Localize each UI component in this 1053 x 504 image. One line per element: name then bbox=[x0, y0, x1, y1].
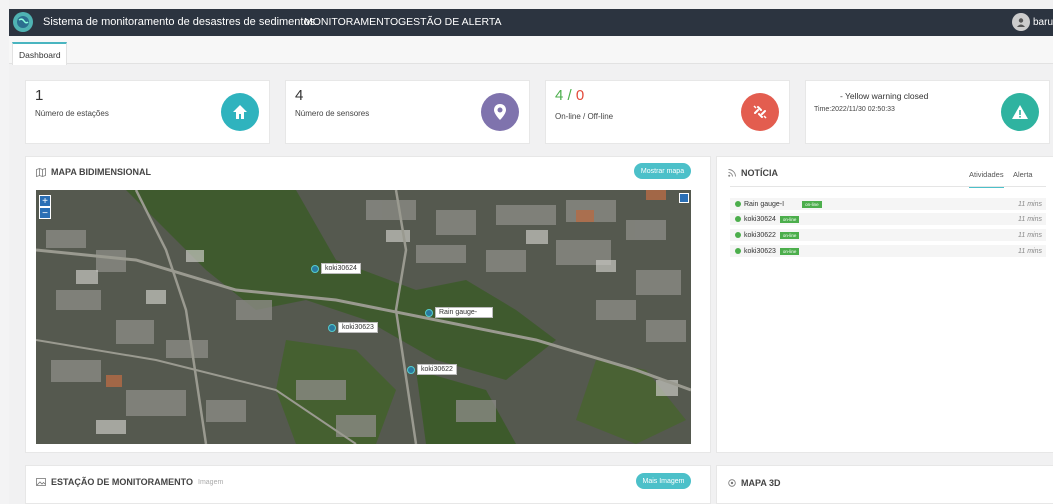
show-map-button[interactable]: Mostrar mapa bbox=[634, 163, 691, 179]
news-panel-title: NOTÍCIA bbox=[728, 168, 778, 178]
station-panel-title-text: ESTAÇÃO DE MONITORAMENTO bbox=[51, 477, 194, 487]
news-item[interactable]: koki30624 on-line 11 mins bbox=[730, 213, 1046, 225]
news-item-time: 11 mins bbox=[1018, 200, 1042, 208]
news-item[interactable]: Rain gauge-I on-line 11 mins bbox=[730, 198, 1046, 210]
warning-status: - Yellow warning closed bbox=[840, 91, 929, 101]
map-marker-icon bbox=[425, 308, 433, 317]
satellite-map[interactable] bbox=[36, 190, 691, 444]
map3d-panel-title-text: MAPA 3D bbox=[741, 478, 781, 488]
news-panel-title-text: NOTÍCIA bbox=[741, 168, 778, 178]
news-item[interactable]: koki30623 on-line 11 mins bbox=[730, 245, 1046, 257]
map-marker[interactable]: koki30623 bbox=[328, 322, 378, 333]
user-name[interactable]: barue bbox=[1033, 17, 1053, 28]
stat-card-stations: 1 Número de estações bbox=[25, 80, 270, 144]
tab-alerta[interactable]: Alerta bbox=[1013, 170, 1033, 179]
map-marker-icon bbox=[328, 323, 336, 332]
news-item[interactable]: koki30622 on-line 11 mins bbox=[730, 229, 1046, 241]
zoom-out-button[interactable]: − bbox=[39, 207, 51, 219]
location-pin-icon bbox=[481, 93, 519, 131]
map-marker-label: Rain gauge- bbox=[435, 307, 493, 318]
globe-icon bbox=[728, 479, 736, 487]
news-item-time: 11 mins bbox=[1018, 215, 1042, 223]
news-divider bbox=[730, 186, 1046, 187]
station-count: 1 bbox=[35, 87, 44, 104]
warning-icon bbox=[1001, 93, 1039, 131]
nav-gestao-de-alerta[interactable]: GESTÃO DE ALERTA bbox=[398, 16, 501, 28]
news-item-time: 11 mins bbox=[1018, 231, 1042, 239]
news-item-time: 11 mins bbox=[1018, 247, 1042, 255]
status-badge: on-line bbox=[779, 215, 800, 223]
station-panel-subtitle: Imagem bbox=[198, 478, 224, 486]
tab-dashboard[interactable]: Dashboard bbox=[12, 42, 67, 65]
rss-icon bbox=[728, 169, 736, 177]
stat-card-sensors: 4 Número de sensores bbox=[285, 80, 530, 144]
map-marker[interactable]: koki30622 bbox=[407, 364, 457, 375]
zoom-in-button[interactable]: + bbox=[39, 195, 51, 207]
map-layers-icon[interactable] bbox=[679, 193, 689, 203]
map-marker-icon bbox=[407, 365, 415, 374]
news-item-name: koki30624 bbox=[744, 215, 776, 223]
warning-time: Time:2022/11/30 02:50:33 bbox=[814, 106, 895, 113]
map-panel-title: MAPA BIDIMENSIONAL bbox=[36, 167, 151, 177]
count-separator: / bbox=[563, 87, 576, 104]
map-marker[interactable]: koki30624 bbox=[311, 263, 361, 274]
status-dot-icon bbox=[735, 216, 741, 222]
map-icon bbox=[36, 167, 46, 177]
status-dot-icon bbox=[735, 248, 741, 254]
news-item-name: koki30622 bbox=[744, 231, 776, 239]
news-item-name: koki30623 bbox=[744, 247, 776, 255]
nav-monitoramento[interactable]: MONITORAMENTO bbox=[304, 16, 398, 28]
map-marker-label: koki30622 bbox=[417, 364, 457, 375]
status-badge: on-line bbox=[802, 200, 822, 208]
app-title: Sistema de monitoramento de desastres de… bbox=[43, 16, 316, 28]
map-marker-icon bbox=[311, 264, 319, 273]
more-images-button[interactable]: Mais Imagem bbox=[636, 473, 691, 489]
status-badge: on-line bbox=[779, 231, 800, 239]
tab-bar: Dashboard bbox=[9, 36, 1053, 65]
stat-card-online: 4 / 0 On-line / Off-line bbox=[545, 80, 790, 144]
map-zoom-control: + − bbox=[39, 195, 51, 219]
map-marker-label: koki30624 bbox=[321, 263, 361, 274]
sensor-count-label: Número de sensores bbox=[295, 109, 370, 118]
status-dot-icon bbox=[735, 201, 741, 207]
broken-link-icon bbox=[741, 93, 779, 131]
status-dot-icon bbox=[735, 232, 741, 238]
image-icon bbox=[36, 478, 46, 486]
online-offline-label: On-line / Off-line bbox=[555, 112, 614, 121]
news-item-name: Rain gauge-I bbox=[744, 200, 785, 208]
stat-card-warning: - Yellow warning closed Time:2022/11/30 … bbox=[805, 80, 1050, 144]
map-marker[interactable]: Rain gauge- bbox=[425, 307, 493, 318]
map3d-panel-title: MAPA 3D bbox=[728, 478, 781, 488]
status-badge: on-line bbox=[779, 247, 800, 255]
satellite-imagery bbox=[36, 190, 691, 444]
sensor-count: 4 bbox=[295, 87, 304, 104]
offline-count: 0 bbox=[575, 87, 585, 104]
station-count-label: Número de estações bbox=[35, 109, 109, 118]
online-offline-count: 4 / 0 bbox=[555, 87, 584, 104]
user-avatar[interactable] bbox=[1012, 13, 1030, 31]
map-panel-title-text: MAPA BIDIMENSIONAL bbox=[51, 167, 151, 177]
app-frame: Sistema de monitoramento de desastres de… bbox=[9, 0, 1053, 504]
home-icon bbox=[221, 93, 259, 131]
map-marker-label: koki30623 bbox=[338, 322, 378, 333]
station-panel-title: ESTAÇÃO DE MONITORAMENTO Imagem bbox=[36, 477, 223, 487]
globe-logo-icon bbox=[13, 12, 33, 32]
top-navbar: Sistema de monitoramento de desastres de… bbox=[9, 9, 1053, 36]
